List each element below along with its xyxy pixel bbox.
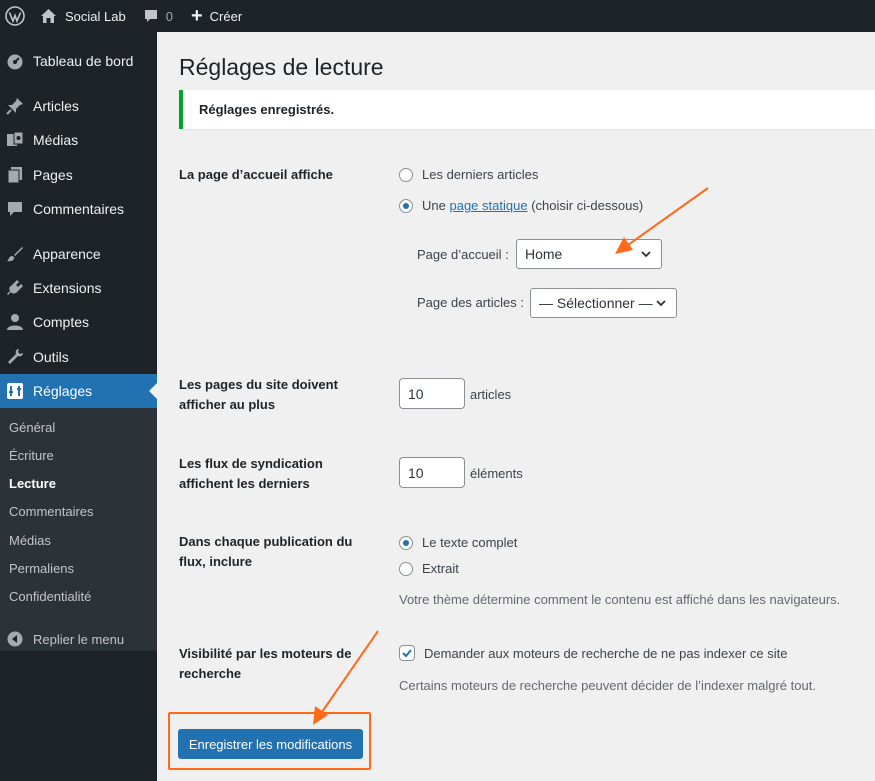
chevron-down-icon bbox=[656, 300, 666, 307]
home-icon bbox=[41, 9, 56, 23]
static-page-radio[interactable] bbox=[399, 198, 413, 213]
submenu-item-writing[interactable]: Écriture bbox=[9, 448, 54, 463]
full-text-label: Le texte complet bbox=[422, 535, 518, 550]
static-prefix: Une bbox=[422, 198, 446, 213]
success-notice: Réglages enregistrés. bbox=[179, 90, 875, 129]
posts-page-label: Page des articles : bbox=[417, 295, 524, 310]
user-icon bbox=[5, 312, 25, 332]
media-icon bbox=[5, 130, 25, 150]
sidebar-item-settings[interactable]: Réglages bbox=[0, 374, 157, 408]
admin-bar: Social Lab 0 + Créer bbox=[0, 0, 875, 32]
admin-sidebar: Tableau de bord Articles Médias Pages Co… bbox=[0, 32, 157, 781]
feed-items-unit: éléments bbox=[470, 466, 523, 481]
wordpress-logo-icon[interactable] bbox=[2, 0, 28, 32]
submenu-item-media[interactable]: Médias bbox=[9, 533, 51, 548]
pages-icon bbox=[5, 165, 25, 185]
posts-page-select[interactable]: — Sélectionner — bbox=[530, 288, 677, 318]
option-discourage-search[interactable]: Demander aux moteurs de recherche de ne … bbox=[399, 645, 787, 661]
sidebar-item-label: Extensions bbox=[33, 280, 102, 296]
plus-icon: + bbox=[190, 5, 203, 27]
search-visibility-description: Certains moteurs de recherche peuvent dé… bbox=[399, 678, 816, 693]
wrench-icon bbox=[5, 347, 25, 367]
sidebar-item-comments[interactable]: Commentaires bbox=[0, 192, 157, 226]
posts-page-value: — Sélectionner — bbox=[539, 295, 653, 311]
latest-posts-radio[interactable] bbox=[399, 167, 413, 182]
comments-link[interactable]: 0 bbox=[143, 0, 173, 32]
feed-items-value: 10 bbox=[408, 464, 424, 481]
full-text-radio[interactable] bbox=[399, 535, 413, 550]
latest-posts-label: Les derniers articles bbox=[422, 167, 539, 182]
sidebar-item-label: Médias bbox=[33, 132, 79, 148]
discourage-search-label: Demander aux moteurs de recherche de ne … bbox=[424, 645, 788, 661]
comment-icon bbox=[5, 199, 25, 219]
settings-icon bbox=[5, 381, 25, 401]
posts-per-page-value: 10 bbox=[408, 385, 424, 402]
sidebar-item-dashboard[interactable]: Tableau de bord bbox=[0, 44, 157, 78]
sidebar-item-label: Tableau de bord bbox=[33, 53, 134, 69]
static-page-link[interactable]: page statique bbox=[449, 198, 527, 213]
feed-items-label: Les flux de syndication affichent les de… bbox=[179, 456, 323, 491]
sidebar-item-label: Articles bbox=[33, 98, 79, 114]
page-title: Réglages de lecture bbox=[179, 54, 384, 80]
submenu-item-permalinks[interactable]: Permaliens bbox=[9, 561, 74, 576]
front-page-value: Home bbox=[525, 246, 563, 262]
annotation-highlight-box bbox=[168, 712, 371, 770]
collapse-label: Replier le menu bbox=[33, 631, 125, 647]
new-label: Créer bbox=[209, 8, 243, 24]
sidebar-item-label: Comptes bbox=[33, 314, 90, 330]
collapse-menu-button[interactable]: Replier le menu bbox=[0, 624, 157, 654]
settings-submenu: Général Écriture Lecture Commentaires Mé… bbox=[0, 408, 157, 651]
homepage-display-label: La page d’accueil affiche bbox=[179, 167, 333, 182]
excerpt-label: Extrait bbox=[422, 561, 459, 576]
comment-bubble-icon bbox=[144, 10, 157, 22]
site-name: Social Lab bbox=[65, 8, 126, 24]
main-content: Réglages de lecture Réglages enregistrés… bbox=[157, 32, 875, 781]
sidebar-item-extensions[interactable]: Extensions bbox=[0, 271, 157, 305]
sidebar-item-media[interactable]: Médias bbox=[0, 123, 157, 157]
notice-text: Réglages enregistrés. bbox=[199, 102, 335, 117]
sidebar-item-articles[interactable]: Articles bbox=[0, 89, 157, 123]
new-content-link[interactable]: + Créer bbox=[191, 0, 242, 32]
discourage-search-checkbox[interactable] bbox=[399, 645, 415, 661]
posts-per-page-label: Les pages du site doivent afficher au pl… bbox=[179, 377, 338, 412]
sidebar-item-label: Pages bbox=[33, 167, 73, 183]
sidebar-item-pages[interactable]: Pages bbox=[0, 158, 157, 192]
feed-content-description: Votre thème détermine comment le contenu… bbox=[399, 592, 841, 607]
pin-icon bbox=[5, 96, 25, 116]
sidebar-item-label: Commentaires bbox=[33, 201, 125, 217]
option-excerpt[interactable]: Extrait bbox=[399, 561, 459, 576]
option-latest-posts[interactable]: Les derniers articles bbox=[399, 167, 538, 182]
chevron-down-icon bbox=[641, 251, 651, 258]
static-page-label: Une page statique (choisir ci-dessous) bbox=[422, 198, 643, 213]
posts-per-page-unit: articles bbox=[470, 387, 512, 402]
sidebar-item-label: Réglages bbox=[33, 383, 93, 399]
submenu-item-general[interactable]: Général bbox=[9, 420, 55, 435]
excerpt-radio[interactable] bbox=[399, 561, 413, 576]
sidebar-item-tools[interactable]: Outils bbox=[0, 340, 157, 374]
submenu-item-reading[interactable]: Lecture bbox=[9, 476, 56, 491]
feed-items-input[interactable]: 10 bbox=[399, 457, 465, 488]
collapse-arrow-icon bbox=[5, 629, 25, 649]
brush-icon bbox=[5, 244, 25, 264]
search-visibility-label: Visibilité par les moteurs de recherche bbox=[179, 646, 352, 681]
sidebar-item-users[interactable]: Comptes bbox=[0, 305, 157, 339]
submenu-item-privacy[interactable]: Confidentialité bbox=[9, 589, 91, 604]
site-name-link[interactable]: Social Lab bbox=[40, 0, 126, 32]
front-page-label: Page d’accueil : bbox=[417, 247, 509, 262]
sidebar-item-label: Apparence bbox=[33, 246, 101, 262]
option-static-page[interactable]: Une page statique (choisir ci-dessous) bbox=[399, 198, 643, 213]
feed-content-label: Dans chaque publication du flux, inclure bbox=[179, 534, 353, 569]
front-page-select[interactable]: Home bbox=[516, 239, 662, 269]
static-suffix: (choisir ci-dessous) bbox=[531, 198, 644, 213]
submenu-item-discussion[interactable]: Commentaires bbox=[9, 504, 94, 519]
checkmark-icon bbox=[402, 649, 412, 658]
plugin-icon bbox=[5, 278, 25, 298]
dashboard-icon bbox=[5, 51, 25, 71]
sidebar-item-label: Outils bbox=[33, 349, 69, 365]
option-full-text[interactable]: Le texte complet bbox=[399, 535, 517, 550]
posts-per-page-input[interactable]: 10 bbox=[399, 378, 465, 409]
comments-count: 0 bbox=[165, 8, 173, 24]
sidebar-item-appearance[interactable]: Apparence bbox=[0, 237, 157, 271]
